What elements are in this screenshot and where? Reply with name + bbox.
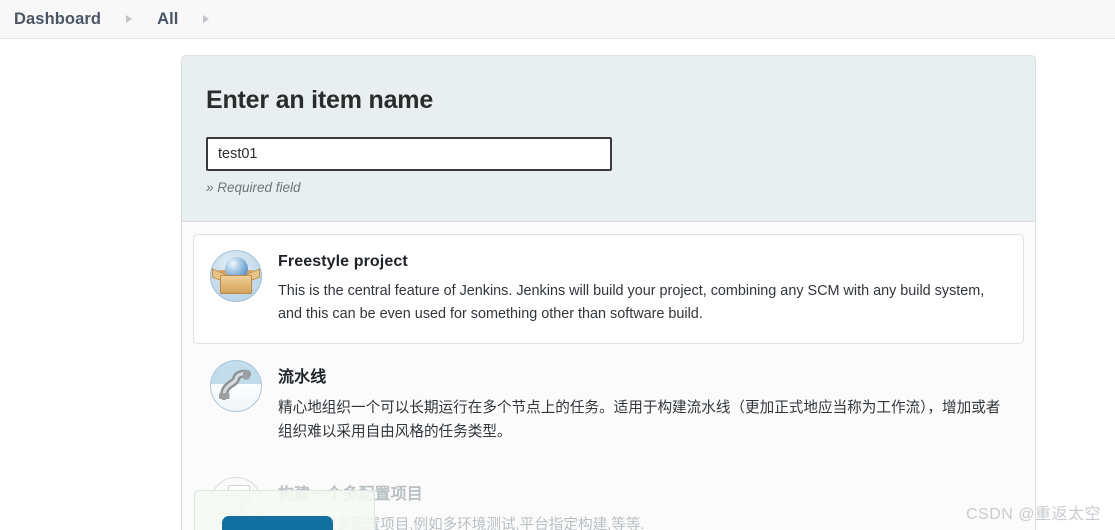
item-type-description: 精心地组织一个可以长期运行在多个节点上的任务。适用于构建流水线（更加正式地应当称…	[278, 399, 1001, 440]
pipeline-icon	[210, 359, 262, 412]
page-body: Enter an item name » Required field Free…	[0, 39, 1115, 530]
breadcrumb-item-all[interactable]: All	[157, 10, 178, 29]
item-name-input[interactable]	[206, 137, 612, 171]
item-type-name: Freestyle project	[278, 253, 408, 270]
pipeline-glyph-icon	[219, 369, 251, 400]
ok-button[interactable]: OK	[222, 516, 333, 530]
chevron-right-icon	[126, 15, 133, 23]
page-title: Enter an item name	[206, 86, 434, 114]
item-type-freestyle-project[interactable]: Freestyle project This is the central fe…	[193, 234, 1024, 344]
item-type-name: 流水线	[278, 368, 327, 386]
new-item-panel: Enter an item name » Required field Free…	[181, 55, 1036, 530]
item-type-text: 流水线 精心地组织一个可以长期运行在多个节点上的任务。适用于构建流水线（更加正式…	[278, 359, 1007, 444]
breadcrumb: Dashboard All	[0, 0, 1115, 39]
item-name-section: Enter an item name » Required field	[182, 56, 1035, 222]
required-field-note: » Required field	[206, 180, 301, 195]
item-type-description: This is the central feature of Jenkins. …	[278, 283, 985, 323]
breadcrumb-item-dashboard[interactable]: Dashboard	[14, 10, 101, 29]
item-type-pipeline[interactable]: 流水线 精心地组织一个可以长期运行在多个节点上的任务。适用于构建流水线（更加正式…	[193, 344, 1024, 461]
watermark: CSDN @重返太空	[965, 506, 1101, 523]
item-type-list: Freestyle project This is the central fe…	[182, 222, 1035, 530]
chevron-right-icon	[203, 15, 210, 23]
item-type-text: Freestyle project This is the central fe…	[278, 249, 1007, 327]
freestyle-box-icon	[210, 250, 262, 302]
